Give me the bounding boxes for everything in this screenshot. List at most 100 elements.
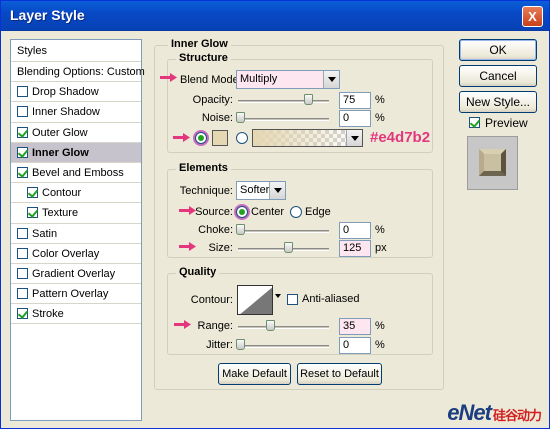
structure-title: Structure — [176, 52, 231, 64]
ok-button[interactable]: OK — [459, 39, 537, 61]
range-input[interactable]: 35 — [339, 318, 371, 335]
glow-color-swatch[interactable] — [212, 130, 228, 146]
size-slider-handle[interactable] — [284, 242, 293, 253]
drop-shadow-checkbox[interactable] — [17, 86, 28, 98]
style-item-pattern-overlay[interactable]: Pattern Overlay — [11, 284, 141, 305]
chevron-down-icon[interactable] — [269, 182, 285, 199]
inner-shadow-checkbox[interactable] — [17, 106, 28, 118]
style-item-drop-shadow[interactable]: Drop Shadow — [11, 82, 141, 103]
make-default-button[interactable]: Make Default — [218, 363, 291, 385]
size-input[interactable]: 125 — [339, 240, 371, 257]
pattern-overlay-checkbox[interactable] — [17, 288, 28, 300]
technique-label: Technique: — [179, 185, 233, 197]
choke-label: Choke: — [198, 224, 233, 236]
color-overlay-checkbox[interactable] — [17, 247, 28, 259]
preview-swatch-icon — [479, 149, 506, 176]
anti-aliased-checkbox[interactable] — [287, 294, 298, 305]
range-label: Range: — [197, 320, 233, 332]
style-item-blending-options-custom[interactable]: Blending Options: Custom — [11, 62, 145, 83]
noise-slider-track[interactable] — [238, 118, 329, 121]
source-label: Source: — [195, 206, 233, 218]
reset-to-default-button[interactable]: Reset to Default — [297, 363, 382, 385]
quality-title: Quality — [176, 266, 220, 278]
style-item-label: Contour — [42, 187, 82, 200]
style-item-gradient-overlay[interactable]: Gradient Overlay — [11, 264, 141, 285]
source-center-radio[interactable] — [236, 206, 248, 218]
satin-checkbox[interactable] — [17, 227, 28, 239]
contour-picker[interactable] — [237, 285, 273, 315]
elements-title: Elements — [176, 162, 231, 174]
blend-mode-select[interactable]: Multiply — [236, 70, 340, 89]
noise-label: Noise: — [201, 112, 233, 124]
opacity-slider-handle[interactable] — [304, 94, 313, 105]
chevron-down-icon[interactable] — [323, 71, 339, 88]
style-item-label: Gradient Overlay — [32, 267, 116, 280]
preview-label: Preview — [485, 116, 528, 130]
style-item-color-overlay[interactable]: Color Overlay — [11, 244, 141, 264]
style-item-contour[interactable]: Contour — [11, 183, 141, 204]
gradient-overlay-checkbox[interactable] — [17, 267, 28, 279]
preview-checkbox[interactable] — [469, 117, 480, 128]
stroke-checkbox[interactable] — [17, 308, 28, 320]
opacity-slider-track[interactable] — [238, 100, 329, 103]
style-item-inner-glow[interactable]: Inner Glow — [11, 142, 141, 163]
source-edge-radio[interactable] — [290, 206, 302, 218]
contour-label: Contour: — [190, 294, 233, 306]
style-preview-thumbnail — [467, 136, 518, 190]
choke-input[interactable]: 0 — [339, 222, 371, 239]
style-item-label: Color Overlay — [32, 247, 100, 260]
style-item-label: Texture — [42, 207, 79, 220]
outer-glow-checkbox[interactable] — [17, 126, 28, 138]
style-item-label: Satin — [32, 227, 58, 240]
style-item-inner-shadow[interactable]: Inner Shadow — [11, 102, 141, 123]
inner-glow-checkbox[interactable] — [17, 146, 28, 158]
chevron-down-icon[interactable] — [346, 130, 362, 146]
opacity-unit: % — [375, 94, 385, 106]
gradient-picker[interactable] — [252, 129, 363, 147]
texture-checkbox[interactable] — [27, 207, 38, 219]
style-item-label: Stroke — [32, 308, 64, 321]
choke-unit: % — [375, 224, 385, 236]
contour-checkbox[interactable] — [27, 187, 38, 199]
cancel-button[interactable]: Cancel — [459, 65, 537, 87]
pink-arrow-icon — [173, 133, 190, 142]
choke-slider-handle[interactable] — [236, 224, 245, 235]
style-item-satin[interactable]: Satin — [11, 224, 141, 244]
range-slider-handle[interactable] — [266, 320, 275, 331]
style-item-label: Inner Shadow — [32, 106, 100, 119]
style-item-bevel-and-emboss[interactable]: Bevel and Emboss — [11, 163, 141, 184]
technique-value: Softer — [240, 184, 270, 196]
opacity-input[interactable]: 75 — [339, 92, 371, 109]
style-item-outer-glow[interactable]: Outer Glow — [11, 123, 141, 143]
bevel-and-emboss-checkbox[interactable] — [17, 166, 28, 178]
jitter-slider-handle[interactable] — [236, 339, 245, 350]
solid-color-radio[interactable] — [195, 132, 207, 144]
title-bar[interactable]: Layer Style X — [1, 1, 549, 31]
style-item-texture[interactable]: Texture — [11, 203, 141, 224]
gradient-radio[interactable] — [236, 132, 248, 144]
color-hex-note: #e4d7b2 — [370, 129, 431, 146]
contour-linear-icon — [240, 287, 272, 314]
style-item-label: Pattern Overlay — [32, 288, 109, 301]
window-title: Layer Style — [10, 7, 85, 23]
style-item-label: Bevel and Emboss — [32, 166, 124, 179]
new-style-button[interactable]: New Style... — [459, 91, 537, 113]
jitter-slider-track[interactable] — [238, 345, 329, 348]
jitter-input[interactable]: 0 — [339, 337, 371, 354]
style-item-label: Blending Options: Custom — [17, 66, 145, 78]
noise-slider-handle[interactable] — [236, 112, 245, 123]
close-button[interactable]: X — [522, 6, 543, 27]
noise-input[interactable]: 0 — [339, 110, 371, 127]
style-item-stroke[interactable]: Stroke — [11, 304, 141, 325]
range-slider-track[interactable] — [238, 326, 329, 329]
blend-mode-label: Blend Mode: — [180, 74, 242, 86]
enet-watermark-logo: eNet 硅谷动力 — [447, 400, 542, 425]
source-center-label: Center — [251, 206, 285, 218]
technique-select[interactable]: Softer — [236, 181, 286, 200]
source-edge-label: Edge — [305, 206, 331, 218]
styles-header[interactable]: Styles — [11, 40, 141, 62]
noise-unit: % — [375, 112, 385, 124]
choke-slider-track[interactable] — [238, 230, 329, 233]
contour-dropdown-icon[interactable] — [275, 294, 281, 298]
size-unit: px — [375, 242, 387, 254]
